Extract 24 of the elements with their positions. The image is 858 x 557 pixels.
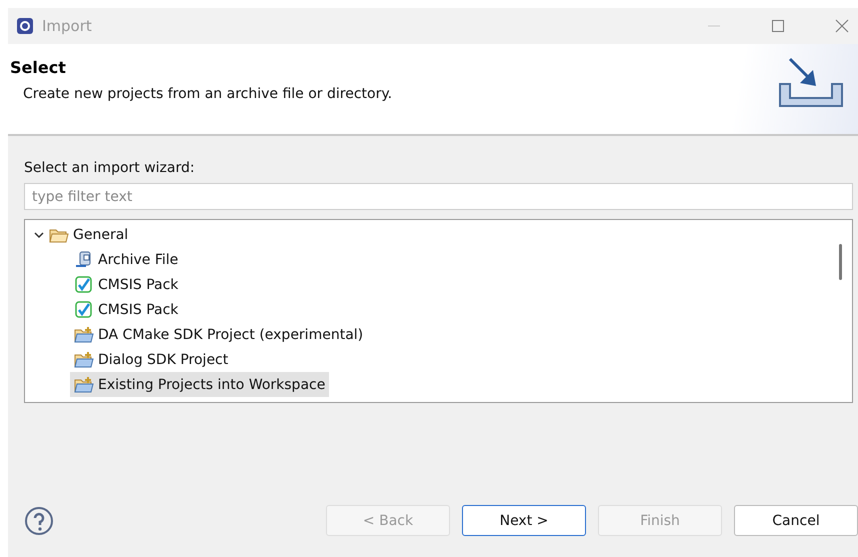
tree-item[interactable]: DA CMake SDK Project (experimental) [70,322,368,347]
filter-field[interactable]: type filter text [24,183,853,210]
tree-item[interactable]: Existing Projects into Workspace [70,372,330,397]
dialog-button[interactable]: Cancel [734,505,858,536]
dialog-button[interactable]: Next > [462,505,586,536]
tree-item[interactable]: CMSIS Pack [70,272,182,297]
tree-item[interactable]: CMSIS Pack [70,297,182,322]
close-icon[interactable] [834,18,850,34]
project-folder-icon [74,350,94,368]
scrollbar-thumb[interactable] [839,244,842,280]
maximize-icon[interactable] [770,18,786,34]
project-folder-icon [74,326,94,344]
page-description: Create new projects from an archive file or directory. [23,86,394,102]
tree-item[interactable]: Dialog SDK Project [70,347,232,372]
project-folder-icon [74,376,94,394]
help-icon[interactable] [24,506,54,536]
checkbox-icon [74,300,94,318]
page-title: Select [10,58,67,77]
tree-item[interactable]: General [25,222,132,247]
app-icon [16,17,34,35]
wizard-label: Select an import wizard: [24,160,196,176]
checkbox-icon [74,276,94,294]
window-title: Import [42,17,92,35]
tree-item[interactable]: Archive File [70,247,182,272]
